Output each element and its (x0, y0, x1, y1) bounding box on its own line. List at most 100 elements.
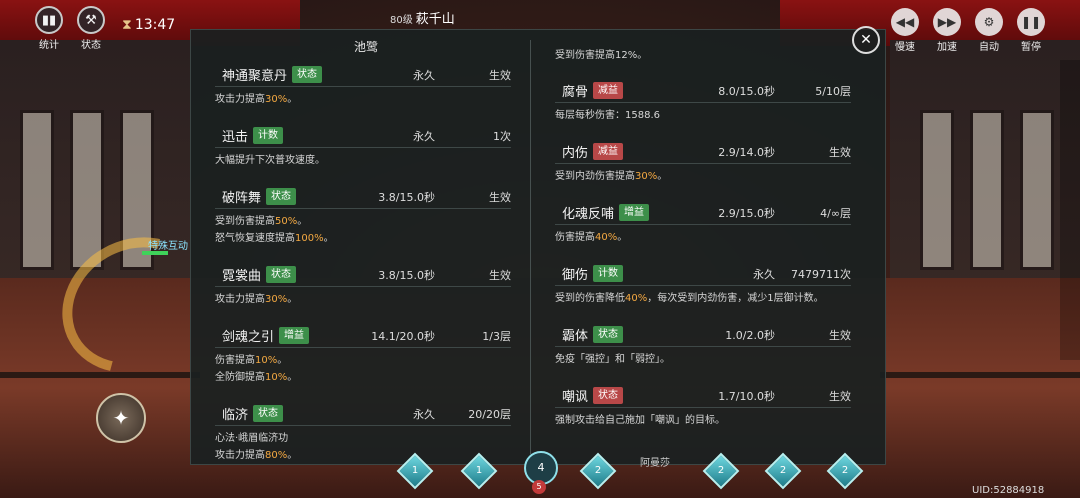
buff-type-badge: 减益 (593, 143, 623, 160)
buff-duration: 1.7/10.0秒 (718, 390, 775, 403)
close-button[interactable]: ✕ (852, 26, 880, 54)
buff-stack: 生效 (829, 329, 851, 342)
buff-description: 伤害提高40%。 (555, 225, 851, 246)
bar-chart-icon: ▮▮ (35, 6, 63, 34)
close-icon: ✕ (860, 32, 872, 48)
buff-description: 免疫「强控」和「弱控」。 (555, 347, 851, 368)
buff-duration: 8.0/15.0秒 (718, 85, 775, 98)
battle-timer: ⧗ 13:47 (122, 17, 175, 33)
buff-text: 。 (297, 216, 308, 227)
skill-button[interactable]: ✦ (96, 393, 146, 443)
buff-header: 嘲讽 状态 1.7/10.0秒 生效 (555, 384, 851, 408)
buff-entry[interactable]: 腐骨 减益 8.0/15.0秒 5/10层 每层每秒伤害：1588.6 (555, 79, 851, 124)
buff-description: 受到的伤害降低40%，每次受到内劲伤害，减少1层御计数。 (555, 286, 851, 307)
buff-header: 御伤 计数 永久 7479711次 (555, 262, 851, 286)
buff-text: 。 (617, 232, 628, 243)
buff-description: 受到伤害提高50%。 怒气恢复速度提高100%。 (215, 209, 511, 247)
buff-name: 内伤 (562, 146, 589, 161)
buff-duration: 3.8/15.0秒 (378, 191, 435, 204)
buff-entry[interactable]: 神通聚意丹 状态 永久 生效 攻击力提高30%。 (215, 63, 511, 108)
pause-icon: ❚❚ (1017, 8, 1045, 36)
paper-screen (20, 110, 54, 270)
status-button[interactable]: ⚒ 状态 (74, 6, 108, 51)
buff-desc-line: 攻击力提高80%。 (215, 447, 511, 464)
buff-text: 全防御提高 (215, 372, 265, 383)
stats-button[interactable]: ▮▮ 统计 (32, 6, 66, 51)
pet-name: 阿曼莎 (640, 458, 670, 469)
buff-entry[interactable]: 内伤 减益 2.9/14.0秒 生效受到内劲伤害提高30%。 (555, 140, 851, 185)
buff-name: 剑魂之引 (222, 330, 275, 345)
buff-name: 御伤 (562, 268, 589, 283)
boss-level: 80级 (390, 15, 413, 26)
buff-text: 怒气恢复速度提高 (215, 233, 295, 244)
buff-header: 神通聚意丹 状态 永久 生效 (215, 63, 511, 87)
skill-gem-count: 2 (779, 465, 787, 476)
buff-entry[interactable]: 霸体 状态 1.0/2.0秒 生效 免疫「强控」和「弱控」。 (555, 323, 851, 368)
buff-description: 大幅提升下次普攻速度。 (215, 148, 511, 169)
buff-text: 。 (277, 355, 288, 366)
buff-desc-line: 心法·峨眉临济功 (215, 430, 511, 447)
buff-entry[interactable]: 临济 状态 永久 20/20层心法·峨眉临济功攻击力提高80%。 (215, 402, 511, 464)
buff-text: 攻击力提高 (215, 450, 265, 461)
hourglass-icon: ⧗ (122, 17, 132, 33)
buff-text: 。 (287, 294, 298, 305)
auto-button[interactable]: ⚙ 自动 (972, 8, 1006, 53)
buff-desc-line: 大幅提升下次普攻速度。 (215, 152, 511, 169)
buff-stack: 生效 (829, 146, 851, 159)
buff-entry[interactable]: 嘲讽 状态 1.7/10.0秒 生效 强制攻击给自己施加「嘲讽」的目标。 (555, 384, 851, 429)
buff-desc-line: 受到伤害提高50%。 (215, 213, 511, 230)
buff-type-badge: 状态 (593, 326, 623, 343)
buff-description: 心法·峨眉临济功攻击力提高80%。 (215, 426, 511, 464)
auto-label: 自动 (979, 42, 999, 53)
buff-text: 。 (323, 233, 334, 244)
railing (0, 372, 200, 378)
paper-screen (970, 110, 1004, 270)
buff-name: 霓裳曲 (222, 269, 262, 284)
buff-description: 攻击力提高30%。 (215, 287, 511, 308)
buff-text: 心法·峨眉临济功 (215, 433, 289, 444)
buff-stack: 20/20层 (468, 408, 511, 421)
buff-value: 30% (265, 294, 288, 305)
buff-desc-line: 全防御提高10%。 (215, 369, 511, 386)
buff-header: 腐骨 减益 8.0/15.0秒 5/10层 (555, 79, 851, 103)
buff-header: 化魂反哺 增益 2.9/15.0秒 4/∞层 (555, 201, 851, 225)
buff-desc-line: 免疫「强控」和「弱控」。 (555, 351, 851, 368)
buff-header: 临济 状态 永久 20/20层 (215, 402, 511, 426)
previous-buff-desc: 受到伤害提高12%。 (555, 50, 648, 61)
buff-value: 50% (275, 216, 298, 227)
buff-duration: 永久 (413, 69, 435, 82)
center-red-badge: 5 (532, 480, 546, 494)
buff-text: 每层每秒伤害：1588.6 (555, 110, 660, 121)
stats-label: 统计 (39, 40, 59, 51)
buff-panel: 池鹭 受到伤害提高12%。 神通聚意丹 状态 永久 生效 攻击力提高30%。 迅击 计数 永久… (190, 29, 886, 465)
buff-header: 内伤 减益 2.9/14.0秒 生效 (555, 140, 851, 164)
buff-duration: 2.9/14.0秒 (718, 146, 775, 159)
buff-type-badge: 减益 (593, 82, 623, 99)
buff-type-badge: 计数 (593, 265, 623, 282)
buff-desc-line: 每层每秒伤害：1588.6 (555, 107, 851, 124)
buff-name: 嘲讽 (562, 390, 589, 405)
buff-desc-line: 受到内劲伤害提高30%。 (555, 168, 851, 185)
buff-value: 40% (625, 293, 648, 304)
buff-entry[interactable]: 剑魂之引 增益 14.1/20.0秒 1/3层 伤害提高10%。 全防御提高10%。 (215, 324, 511, 386)
buff-desc-line: 受到的伤害降低40%，每次受到内劲伤害，减少1层御计数。 (555, 290, 851, 307)
buff-entry[interactable]: 破阵舞 状态 3.8/15.0秒 生效 受到伤害提高50%。 怒气恢复速度提高100%。 (215, 185, 511, 247)
pause-label: 暂停 (1021, 42, 1041, 53)
skill-gem-count: 1 (475, 465, 483, 476)
buff-entry[interactable]: 迅击 计数 永久 1次 大幅提升下次普攻速度。 (215, 124, 511, 169)
buff-name: 临济 (222, 408, 249, 423)
fast-button[interactable]: ▶▶ 加速 (930, 8, 964, 53)
buff-stack: 1/3层 (482, 330, 511, 343)
buff-text: 伤害提高 (555, 232, 595, 243)
buff-desc-line: 怒气恢复速度提高100%。 (215, 230, 511, 247)
paper-screen (920, 110, 954, 270)
buff-entry[interactable]: 化魂反哺 增益 2.9/15.0秒 4/∞层 伤害提高40%。 (555, 201, 851, 246)
buff-entry[interactable]: 霓裳曲 状态 3.8/15.0秒 生效 攻击力提高30%。 (215, 263, 511, 308)
paper-screen (70, 110, 104, 270)
buff-type-badge: 状态 (253, 405, 283, 422)
buff-type-badge: 状态 (266, 266, 296, 283)
buff-entry[interactable]: 御伤 计数 永久 7479711次受到的伤害降低40%，每次受到内劲伤害，减少1层御计… (555, 262, 851, 307)
pause-button[interactable]: ❚❚ 暂停 (1014, 8, 1048, 53)
slow-button[interactable]: ◀◀ 慢速 (888, 8, 922, 53)
buff-description: 受到内劲伤害提高30%。 (555, 164, 851, 185)
